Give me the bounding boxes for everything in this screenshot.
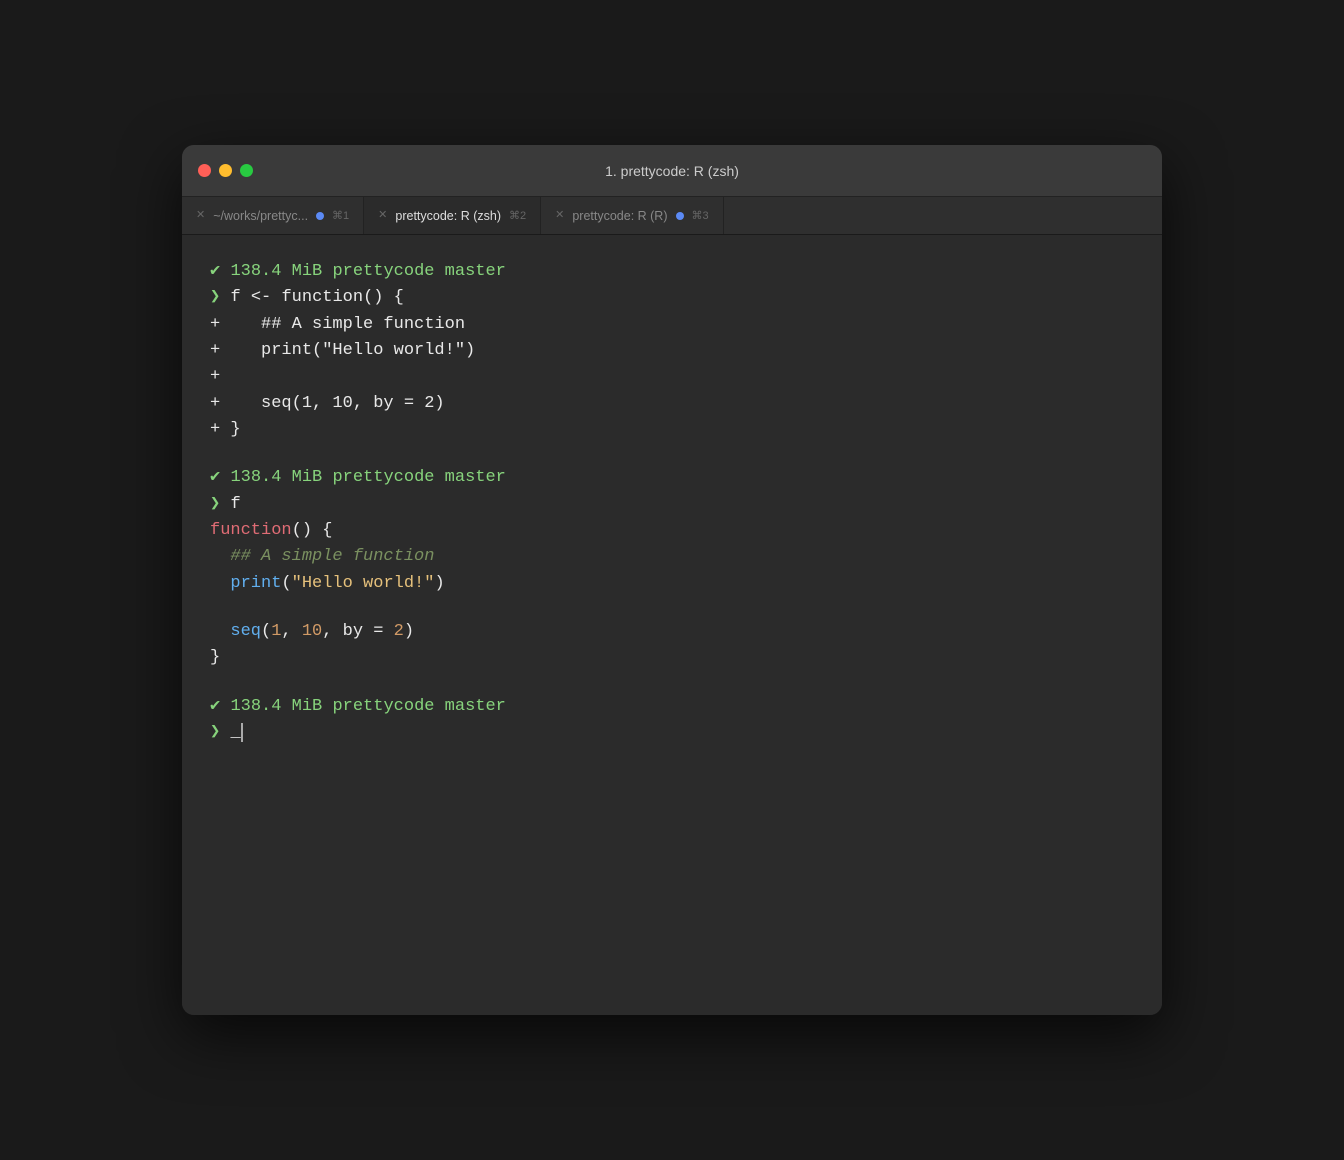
input-line-1: ❯ f <- function() { [210, 285, 1134, 311]
terminal-window: 1. prettycode: R (zsh) ✕ ~/works/prettyc… [182, 145, 1162, 1015]
blank-2 [210, 597, 1134, 619]
output-seq: seq(1, 10, by = 2) [210, 619, 1134, 645]
tab-label-2: prettycode: R (zsh) [395, 209, 501, 223]
close-button[interactable] [198, 164, 211, 177]
tab-close-icon-1[interactable]: ✕ [196, 210, 205, 221]
status-line-1: ✔ 138.4 MiB prettycode master [210, 259, 1134, 285]
prompt-final: ❯ _ [210, 720, 1134, 746]
tab-label-3: prettycode: R (R) [572, 209, 667, 223]
output-func-kw: function() { [210, 518, 1134, 544]
tab-close-icon-3[interactable]: ✕ [555, 210, 564, 221]
cont-line-3: + [210, 364, 1134, 390]
status-line-3: ✔ 138.4 MiB prettycode master [210, 694, 1134, 720]
blank-1 [210, 443, 1134, 465]
tab-dot-3 [676, 212, 684, 220]
minimize-button[interactable] [219, 164, 232, 177]
tab-1[interactable]: ✕ ~/works/prettyc... ⌘1 [182, 197, 364, 234]
window-title: 1. prettycode: R (zsh) [605, 163, 739, 179]
tab-dot-1 [316, 212, 324, 220]
cont-line-4: + seq(1, 10, by = 2) [210, 391, 1134, 417]
blank-3 [210, 672, 1134, 694]
tab-shortcut-2: ⌘2 [509, 209, 526, 222]
maximize-button[interactable] [240, 164, 253, 177]
tab-close-icon-2[interactable]: ✕ [378, 210, 387, 221]
cont-line-5: + } [210, 417, 1134, 443]
input-line-2: ❯ f [210, 492, 1134, 518]
output-print: print("Hello world!") [210, 571, 1134, 597]
tab-2[interactable]: ✕ prettycode: R (zsh) ⌘2 [364, 197, 541, 234]
cont-line-1: + ## A simple function [210, 312, 1134, 338]
output-comment: ## A simple function [210, 544, 1134, 570]
titlebar: 1. prettycode: R (zsh) [182, 145, 1162, 197]
tab-label-1: ~/works/prettyc... [213, 209, 308, 223]
status-line-2: ✔ 138.4 MiB prettycode master [210, 465, 1134, 491]
cont-line-2: + print("Hello world!") [210, 338, 1134, 364]
traffic-lights [198, 164, 253, 177]
tab-3[interactable]: ✕ prettycode: R (R) ⌘3 [541, 197, 724, 234]
tab-shortcut-3: ⌘3 [692, 209, 709, 222]
tabbar: ✕ ~/works/prettyc... ⌘1 ✕ prettycode: R … [182, 197, 1162, 235]
terminal-content[interactable]: ✔ 138.4 MiB prettycode master ❯ f <- fun… [182, 235, 1162, 1015]
tab-shortcut-1: ⌘1 [332, 209, 349, 222]
output-brace: } [210, 645, 1134, 671]
